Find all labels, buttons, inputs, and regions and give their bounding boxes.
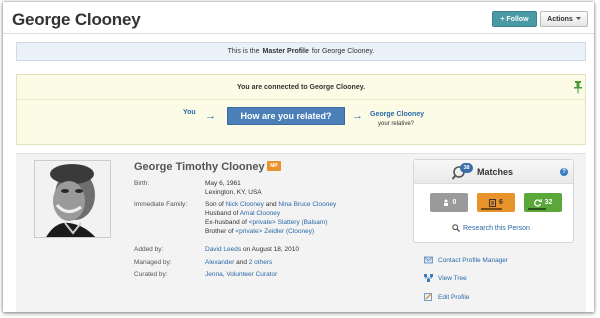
- added-row: David Leeds on August 18, 2010: [205, 245, 299, 254]
- curated-label: Curated by:: [134, 271, 168, 278]
- exhusband-prefix: Ex-husband of: [205, 219, 247, 226]
- page-title: George Clooney: [12, 10, 141, 29]
- curator-link[interactable]: Jenna, Volunteer Curator: [205, 271, 277, 278]
- exspouse-surname: Slattery (Balsam): [277, 219, 328, 226]
- master-bold: Master Profile: [262, 48, 309, 55]
- profile-panel: George Timothy Clooney MP Birth: May 6, …: [16, 153, 586, 312]
- spouse-link[interactable]: Amal Clooney: [240, 210, 280, 217]
- smart-matches-count: 32: [544, 199, 553, 206]
- help-icon[interactable]: ?: [560, 168, 568, 176]
- research-label: Research this Person: [463, 224, 530, 232]
- record-matches-button[interactable]: 6: [477, 193, 515, 212]
- curated-row: Jenna, Volunteer Curator: [205, 270, 277, 279]
- family-exspouse: Ex-husband of <private> Slattery (Balsam…: [205, 218, 328, 227]
- research-person-link[interactable]: Research this Person: [452, 224, 530, 232]
- birth-place: Lexington, KY, USA: [205, 189, 262, 196]
- other-managers-link[interactable]: 2 others: [249, 259, 273, 266]
- pin-icon[interactable]: [574, 81, 582, 94]
- view-tree-link[interactable]: View Tree: [424, 274, 467, 282]
- page-frame: George Clooney + Follow Actions This is …: [3, 2, 594, 312]
- private-tag: <private>: [235, 228, 263, 235]
- added-date: on August 18, 2010: [242, 246, 299, 253]
- mother-link[interactable]: Nina Bruce Clooney: [278, 201, 336, 208]
- private-tag: <private>: [248, 219, 276, 226]
- smart-matches-button[interactable]: 32: [524, 193, 562, 212]
- connection-divider: [17, 99, 585, 100]
- family-spouse: Husband of Amal Clooney: [205, 209, 280, 218]
- contact-manager-link[interactable]: Contact Profile Manager: [424, 256, 508, 264]
- arrow-right-icon: →: [352, 110, 363, 122]
- portrait-image: [35, 161, 110, 237]
- arrow-right-icon: →: [205, 110, 216, 122]
- refresh-icon: [533, 198, 542, 207]
- master-suffix: for George Clooney.: [311, 48, 375, 55]
- caret-down-icon: [575, 17, 581, 20]
- contact-label: Contact Profile Manager: [438, 256, 509, 264]
- follow-button[interactable]: + Follow: [492, 11, 537, 27]
- view-tree-label: View Tree: [438, 274, 467, 282]
- envelope-icon: [424, 256, 433, 264]
- people-icon: [443, 199, 448, 206]
- and-text: and: [265, 201, 277, 208]
- brother-prefix: Brother of: [205, 228, 234, 235]
- master-profile-badge: MP: [267, 161, 281, 171]
- son-prefix: Son of: [205, 201, 224, 208]
- master-profile-notice: This is the Master Profile for George Cl…: [16, 42, 586, 61]
- managed-row: Alexander and 2 others: [205, 258, 272, 267]
- how-related-button[interactable]: How are you related?: [227, 107, 345, 125]
- actions-label: Actions: [547, 15, 573, 23]
- record-matches-bar: [481, 208, 502, 210]
- added-by-link[interactable]: David Leeds: [205, 246, 241, 253]
- follow-label: + Follow: [500, 15, 529, 23]
- added-label: Added by:: [134, 246, 164, 253]
- birth-date: May 6, 1961: [205, 180, 241, 187]
- sibling-link[interactable]: <private> Zeidler (Clooney): [235, 228, 314, 235]
- smart-matches-bar: [528, 208, 546, 210]
- relative-question: your relative?: [378, 121, 415, 127]
- father-link[interactable]: Nick Clooney: [226, 201, 264, 208]
- tree-matches-count: 0: [452, 199, 457, 206]
- managed-and: and: [236, 259, 247, 266]
- edit-profile-link[interactable]: Edit Profile: [424, 293, 469, 301]
- tree-matches-button[interactable]: 0: [430, 193, 468, 212]
- edit-icon: [424, 293, 432, 301]
- matches-title: Matches: [477, 167, 514, 177]
- family-parents: Son of Nick Clooney and Nina Bruce Cloon…: [205, 200, 336, 209]
- matches-count-badge: 38: [460, 163, 473, 173]
- sibling-surname: Zeidler (Clooney): [264, 228, 315, 235]
- edit-label: Edit Profile: [438, 293, 470, 301]
- tree-icon: [424, 274, 433, 282]
- master-prefix: This is the: [227, 48, 260, 55]
- manager-link[interactable]: Alexander: [205, 259, 234, 266]
- record-matches-count: 6: [499, 199, 503, 206]
- managed-label: Managed by:: [134, 259, 172, 266]
- family-sibling: Brother of <private> Zeidler (Clooney): [205, 227, 314, 236]
- exspouse-link[interactable]: <private> Slattery (Balsam): [249, 219, 328, 226]
- person-full-name: George Timothy Clooney: [134, 161, 265, 173]
- header-divider: [3, 33, 594, 34]
- family-label: Immediate Family:: [134, 201, 188, 208]
- relative-name-link[interactable]: George Clooney: [370, 111, 424, 118]
- connection-heading: You are connected to George Clooney.: [236, 83, 366, 91]
- matches-header: 38 Matches ?: [414, 160, 573, 184]
- you-label: You: [183, 109, 196, 116]
- connection-panel: You are connected to George Clooney. You…: [16, 74, 586, 145]
- profile-photo[interactable]: [34, 160, 111, 238]
- matches-panel: 38 Matches ? 0 6 32 Research this Person: [413, 159, 574, 243]
- actions-button[interactable]: Actions: [540, 11, 588, 27]
- husband-prefix: Husband of: [205, 210, 239, 217]
- record-icon: [489, 198, 497, 207]
- search-icon: [452, 224, 460, 232]
- birth-label: Birth:: [134, 180, 150, 187]
